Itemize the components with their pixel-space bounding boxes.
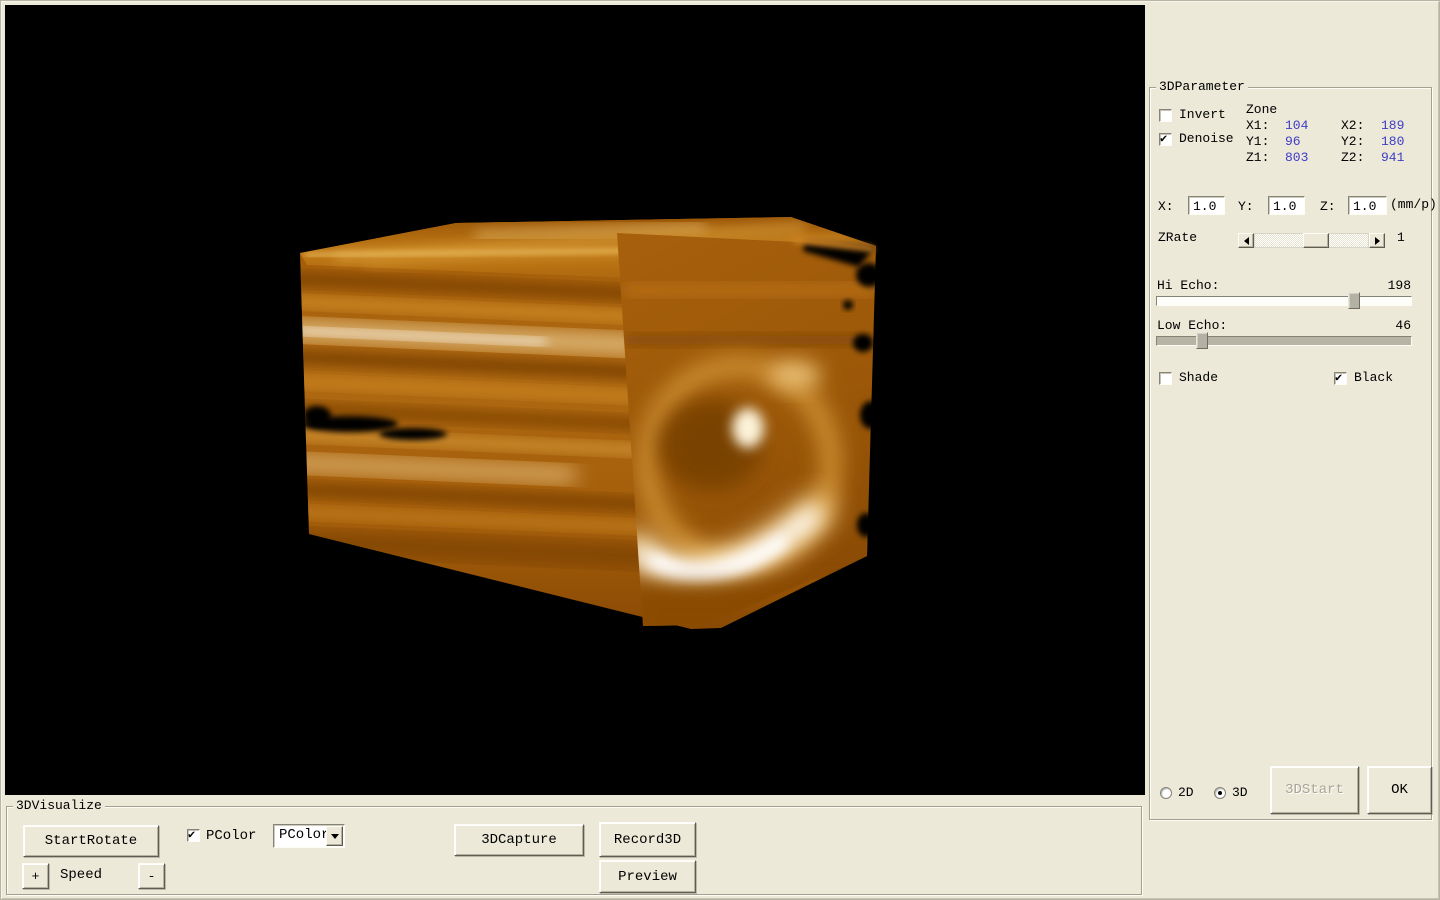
zrate-scrollbar[interactable] xyxy=(1238,233,1385,248)
shade-checkbox[interactable] xyxy=(1159,372,1172,385)
scale-z-label: Z: xyxy=(1320,199,1336,215)
pcolor-checkbox[interactable] xyxy=(187,829,200,842)
zone-title: Zone xyxy=(1246,102,1277,118)
black-label: Black xyxy=(1354,370,1393,386)
low-echo-slider[interactable] xyxy=(1156,336,1412,346)
zone-x1-value: 104 xyxy=(1285,118,1308,134)
param-group-title: 3DParameter xyxy=(1156,79,1248,94)
visualize-group: 3DVisualize StartRotate PColor PColor 3D… xyxy=(6,806,1142,895)
render-viewport[interactable] xyxy=(5,5,1145,795)
zone-x1-label: X1: xyxy=(1246,118,1269,134)
mode-2d-label: 2D xyxy=(1178,785,1194,801)
scroll-left-icon xyxy=(1240,237,1249,245)
hi-echo-value: 198 xyxy=(1388,278,1411,294)
hi-echo-slider[interactable] xyxy=(1156,296,1412,306)
zone-x2-label: X2: xyxy=(1341,118,1364,134)
denoise-label: Denoise xyxy=(1179,131,1234,147)
record3d-button[interactable]: Record3D xyxy=(599,822,696,857)
zone-y1-value: 96 xyxy=(1285,134,1301,150)
zrate-right-button[interactable] xyxy=(1369,233,1385,248)
scale-z-input[interactable] xyxy=(1348,196,1387,215)
shade-label: Shade xyxy=(1179,370,1218,386)
start3d-button[interactable]: 3DStart xyxy=(1270,766,1359,814)
scroll-right-icon xyxy=(1375,237,1384,245)
speed-minus-button[interactable]: - xyxy=(138,863,165,889)
mode-3d-radio[interactable] xyxy=(1214,787,1226,799)
hi-echo-thumb[interactable] xyxy=(1348,292,1360,309)
pcolor-dropdown[interactable]: PColor xyxy=(273,824,345,848)
scale-unit-label: (mm/p) xyxy=(1390,197,1437,213)
capture-button[interactable]: 3DCapture xyxy=(454,824,584,856)
zone-z2-label: Z2: xyxy=(1341,150,1364,166)
zrate-left-button[interactable] xyxy=(1238,233,1254,248)
ok-button[interactable]: OK xyxy=(1367,766,1432,814)
param-group: 3DParameter Invert Denoise Zone X1: 104 … xyxy=(1149,87,1432,820)
start-rotate-button[interactable]: StartRotate xyxy=(23,825,159,857)
mode-3d-label: 3D xyxy=(1232,785,1248,801)
app-window: 3DParameter Invert Denoise Zone X1: 104 … xyxy=(0,0,1440,900)
scale-y-label: Y: xyxy=(1238,199,1254,215)
denoise-checkbox[interactable] xyxy=(1159,133,1172,146)
scale-x-label: X: xyxy=(1158,199,1174,215)
black-checkbox[interactable] xyxy=(1334,372,1347,385)
zrate-thumb[interactable] xyxy=(1303,233,1329,248)
zone-z1-label: Z1: xyxy=(1246,150,1269,166)
speed-plus-button[interactable]: + xyxy=(22,863,49,889)
scale-y-input[interactable] xyxy=(1268,196,1305,215)
invert-label: Invert xyxy=(1179,107,1226,123)
low-echo-value: 46 xyxy=(1395,318,1411,334)
zone-z2-value: 941 xyxy=(1381,150,1404,166)
invert-checkbox[interactable] xyxy=(1159,109,1172,122)
pcolor-label: PColor xyxy=(206,828,256,844)
preview-button[interactable]: Preview xyxy=(599,860,696,893)
pcolor-dropdown-button[interactable] xyxy=(326,826,343,846)
scale-x-input[interactable] xyxy=(1188,196,1225,215)
low-echo-thumb[interactable] xyxy=(1196,332,1208,349)
zone-y1-label: Y1: xyxy=(1246,134,1269,150)
low-echo-label: Low Echo: xyxy=(1157,318,1227,334)
zrate-value: 1 xyxy=(1397,230,1405,246)
visualize-group-title: 3DVisualize xyxy=(13,798,105,813)
hi-echo-label: Hi Echo: xyxy=(1157,278,1219,294)
speed-label: Speed xyxy=(60,867,102,883)
chevron-down-icon xyxy=(331,834,339,843)
zone-x2-value: 189 xyxy=(1381,118,1404,134)
pcolor-dropdown-value: PColor xyxy=(279,827,329,843)
zone-y2-label: Y2: xyxy=(1341,134,1364,150)
zone-z1-value: 803 xyxy=(1285,150,1308,166)
zone-y2-value: 180 xyxy=(1381,134,1404,150)
zrate-label: ZRate xyxy=(1158,230,1197,246)
volume-render xyxy=(5,5,1145,795)
mode-2d-radio[interactable] xyxy=(1160,787,1172,799)
